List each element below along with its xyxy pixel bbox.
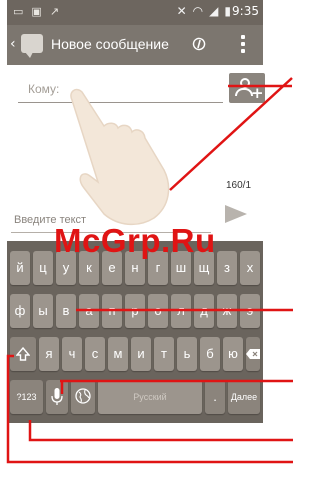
battery-icon: ▮ <box>224 4 231 18</box>
notification-icons: ▭ ▣ ↗ <box>13 5 59 18</box>
key[interactable]: э <box>240 294 260 328</box>
key[interactable]: й <box>10 251 30 285</box>
space-key[interactable]: Русский <box>98 380 202 414</box>
globe-icon <box>75 388 91 404</box>
system-icons: ✕ ◠ ◢ ▮ <box>177 4 231 18</box>
key[interactable]: о <box>148 294 168 328</box>
key[interactable]: и <box>131 337 151 371</box>
paperclip-icon[interactable]: ⊘ <box>187 30 212 57</box>
key[interactable]: т <box>154 337 174 371</box>
plus-icon: + <box>251 84 264 102</box>
signal-icon: ◢ <box>209 4 219 18</box>
mic-key[interactable] <box>46 380 68 414</box>
key[interactable]: м <box>108 337 128 371</box>
key[interactable]: с <box>85 337 105 371</box>
image-icon: ▣ <box>31 5 42 18</box>
key[interactable]: ю <box>223 337 243 371</box>
clock: 9:35 <box>232 4 259 18</box>
shift-icon <box>15 346 31 361</box>
key[interactable]: ь <box>177 337 197 371</box>
key[interactable]: я <box>39 337 59 371</box>
backspace-key[interactable] <box>246 337 260 371</box>
callout-symbols <box>28 420 293 442</box>
character-counter: 160/1 <box>226 180 252 191</box>
backspace-icon <box>246 349 260 359</box>
add-contact-button[interactable]: + <box>229 73 265 103</box>
messages-app-icon[interactable] <box>21 34 43 58</box>
symbols-key[interactable]: ?123 <box>10 380 43 414</box>
key[interactable]: у <box>56 251 76 285</box>
key[interactable]: з <box>217 251 237 285</box>
status-bar: ▭ ▣ ↗ ✕ ◠ ◢ ▮ 9:35 <box>7 0 263 25</box>
keyboard: й ц у к е н г ш щ з х ф ы в а п р о л д … <box>7 241 263 423</box>
send-icon[interactable] <box>225 205 247 223</box>
page-title: Новое сообщение <box>51 36 169 52</box>
key[interactable]: ф <box>10 294 30 328</box>
key[interactable]: в <box>56 294 76 328</box>
key[interactable]: н <box>125 251 145 285</box>
key[interactable]: ш <box>171 251 191 285</box>
language-key[interactable] <box>71 380 95 414</box>
key[interactable]: щ <box>194 251 214 285</box>
pointing-hand-icon <box>70 88 170 226</box>
key[interactable]: б <box>200 337 220 371</box>
action-bar: ‹ Новое сообщение ⊘ <box>7 25 263 65</box>
overflow-menu-icon[interactable] <box>241 35 245 57</box>
key[interactable]: ч <box>62 337 82 371</box>
message-placeholder: Введите текст <box>14 214 87 226</box>
key[interactable]: д <box>194 294 214 328</box>
key[interactable]: ц <box>33 251 53 285</box>
next-key[interactable]: Далее <box>228 380 260 414</box>
shift-key[interactable] <box>10 337 36 371</box>
message-icon: ▭ <box>13 5 24 18</box>
mute-icon: ✕ <box>176 4 187 18</box>
key[interactable]: е <box>102 251 122 285</box>
key[interactable]: р <box>125 294 145 328</box>
mic-icon <box>51 388 63 405</box>
back-chevron-icon[interactable]: ‹ <box>10 36 16 52</box>
period-key[interactable]: . <box>205 380 225 414</box>
missed-call-icon: ↗ <box>49 5 60 18</box>
key[interactable]: ж <box>217 294 237 328</box>
message-input[interactable]: Введите текст <box>11 211 211 233</box>
key[interactable]: п <box>102 294 122 328</box>
key[interactable]: г <box>148 251 168 285</box>
wifi-icon: ◠ <box>192 4 204 18</box>
contact-head-icon <box>240 78 250 88</box>
key[interactable]: ы <box>33 294 53 328</box>
key[interactable]: л <box>171 294 191 328</box>
key[interactable]: а <box>79 294 99 328</box>
key[interactable]: к <box>79 251 99 285</box>
key[interactable]: х <box>240 251 260 285</box>
